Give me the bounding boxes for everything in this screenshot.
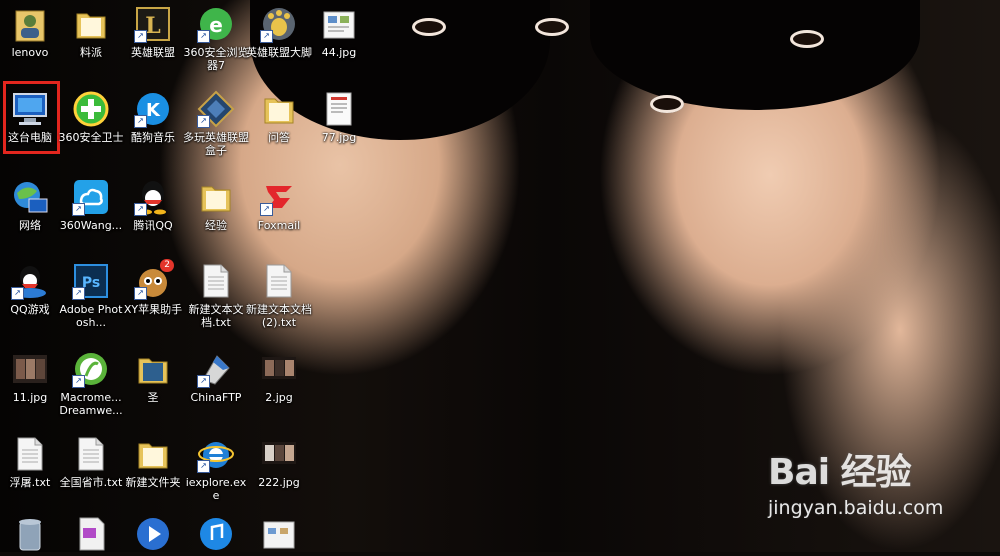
baidu-jingyan-watermark: Bai 经验 jingyan.baidu.com: [768, 443, 988, 519]
notification-badge: 2: [160, 259, 174, 272]
svg-text:K: K: [146, 100, 161, 121]
text-file-icon: [197, 262, 235, 300]
360-browser-icon: e ↗: [197, 5, 235, 43]
desktop-icon-360wang[interactable]: ↗ 360Wang...: [58, 178, 124, 232]
cloud-drive-icon: ↗: [72, 178, 110, 216]
folder-icon: [197, 178, 235, 216]
desktop-icon-77-jpg[interactable]: 77.jpg: [306, 90, 372, 144]
itunes-icon: [197, 515, 235, 553]
user-folder-icon: [11, 5, 49, 43]
shortcut-arrow-icon: ↗: [72, 375, 85, 388]
desktop-icon-futu-txt[interactable]: 浮屠.txt: [0, 435, 63, 489]
desktop-icon-itunes[interactable]: [183, 515, 249, 556]
ftp-icon: ↗: [197, 350, 235, 388]
qq-penguin-icon: ↗: [134, 178, 172, 216]
shortcut-arrow-icon: ↗: [197, 375, 210, 388]
image-thumb-icon: [260, 435, 298, 473]
desktop-icon-image-partial[interactable]: [246, 515, 312, 556]
text-file-icon: [72, 435, 110, 473]
desktop-icon-sheng[interactable]: 圣: [120, 350, 186, 404]
desktop-icon-media-player[interactable]: [120, 515, 186, 556]
desktop-icon-chinaftp[interactable]: ↗ ChinaFTP: [183, 350, 249, 404]
folder-icon: [134, 350, 172, 388]
text-file-icon: [11, 435, 49, 473]
desktop-icon-foxmail[interactable]: ↗ Foxmail: [246, 178, 312, 232]
folder-icon: [260, 90, 298, 128]
shortcut-arrow-icon: ↗: [134, 203, 147, 216]
network-globe-icon: [11, 178, 49, 216]
desktop-icon-bigfoot[interactable]: ↗ 英雄联盟大脚: [246, 5, 312, 59]
desktop-icon-recycle-bin[interactable]: [0, 515, 63, 556]
image-thumb-icon: [320, 5, 358, 43]
desktop-icon-qq-game[interactable]: ↗ QQ游戏: [0, 262, 63, 316]
ie-icon: ↗: [197, 435, 235, 473]
desktop-icon-document[interactable]: [58, 515, 124, 556]
recycle-bin-icon: [11, 515, 49, 553]
selection-highlight: [3, 81, 60, 154]
shortcut-arrow-icon: ↗: [11, 287, 24, 300]
desktop-icon-new-text[interactable]: 新建文本文档.txt: [183, 262, 249, 329]
desktop-icon-11-jpg[interactable]: 11.jpg: [0, 350, 63, 404]
desktop-icon-360-guard[interactable]: 360安全卫士: [58, 90, 124, 144]
360-guard-icon: [72, 90, 110, 128]
desktop-icon-wenda[interactable]: 问答: [246, 90, 312, 144]
desktop-icon-duowan-box[interactable]: ↗ 多玩英雄联盟盒子: [183, 90, 249, 157]
xy-assistant-icon: ↗ 2: [134, 259, 174, 300]
image-thumb-icon: [260, 350, 298, 388]
desktop-icon-jingyan[interactable]: 经验: [183, 178, 249, 232]
svg-text:e: e: [209, 13, 223, 37]
kugou-icon: K ↗: [134, 90, 172, 128]
shortcut-arrow-icon: ↗: [72, 203, 85, 216]
shortcut-arrow-icon: ↗: [260, 30, 273, 43]
image-thumb-icon: [11, 350, 49, 388]
foxmail-icon: ↗: [260, 178, 298, 216]
text-file-icon: [260, 262, 298, 300]
bigfoot-icon: ↗: [260, 5, 298, 43]
desktop-icon-qq[interactable]: ↗ 腾讯QQ: [120, 178, 186, 232]
desktop-icon-province-txt[interactable]: 全国省市.txt: [58, 435, 124, 489]
watermark-url: jingyan.baidu.com: [768, 497, 944, 519]
desktop-icon-360-browser[interactable]: e ↗ 360安全浏览器7: [183, 5, 249, 72]
media-player-icon: [134, 515, 172, 553]
desktop-icon-iexplore[interactable]: ↗ iexplore.exe: [183, 435, 249, 502]
shortcut-arrow-icon: ↗: [134, 287, 147, 300]
svg-text:L: L: [145, 13, 160, 39]
desktop-icon-lol[interactable]: L ↗ 英雄联盟: [120, 5, 186, 59]
desktop-icon-new-folder[interactable]: 新建文件夹: [120, 435, 186, 489]
qq-game-icon: ↗: [11, 262, 49, 300]
document-icon: [72, 515, 110, 553]
desktop-icon-liaopai[interactable]: 料派: [58, 5, 124, 59]
desktop-icon-photoshop[interactable]: Ps ↗ Adobe Photosh...: [58, 262, 124, 329]
shortcut-arrow-icon: ↗: [134, 30, 147, 43]
dreamweaver-icon: ↗: [72, 350, 110, 388]
watermark-logo: Bai 经验: [768, 452, 912, 493]
shortcut-arrow-icon: ↗: [197, 460, 210, 473]
image-thumb-icon: [260, 515, 298, 553]
photoshop-icon: Ps ↗: [72, 262, 110, 300]
desktop-icon-2-jpg[interactable]: 2.jpg: [246, 350, 312, 404]
desktop-icon-new-text-2[interactable]: 新建文本文档 (2).txt: [246, 262, 312, 329]
desktop-icon-44-jpg[interactable]: 44.jpg: [306, 5, 372, 59]
shortcut-arrow-icon: ↗: [197, 30, 210, 43]
desktop-icon-222-jpg[interactable]: 222.jpg: [246, 435, 312, 489]
shortcut-arrow-icon: ↗: [197, 115, 210, 128]
image-thumb-icon: [320, 90, 358, 128]
duowan-box-icon: ↗: [197, 90, 235, 128]
desktop-icon-kugou[interactable]: K ↗ 酷狗音乐: [120, 90, 186, 144]
desktop-icon-lenovo[interactable]: lenovo: [0, 5, 63, 59]
shortcut-arrow-icon: ↗: [260, 203, 273, 216]
lol-icon: L ↗: [134, 5, 172, 43]
desktop-icon-network[interactable]: 网络: [0, 178, 63, 232]
desktop-icon-dreamweaver[interactable]: ↗ Macrome... Dreamwe...: [58, 350, 124, 417]
desktop-icon-xy-assistant[interactable]: ↗ 2 XY苹果助手: [120, 259, 186, 316]
folder-icon: [72, 5, 110, 43]
folder-icon: [134, 435, 172, 473]
shortcut-arrow-icon: ↗: [72, 287, 85, 300]
shortcut-arrow-icon: ↗: [134, 115, 147, 128]
